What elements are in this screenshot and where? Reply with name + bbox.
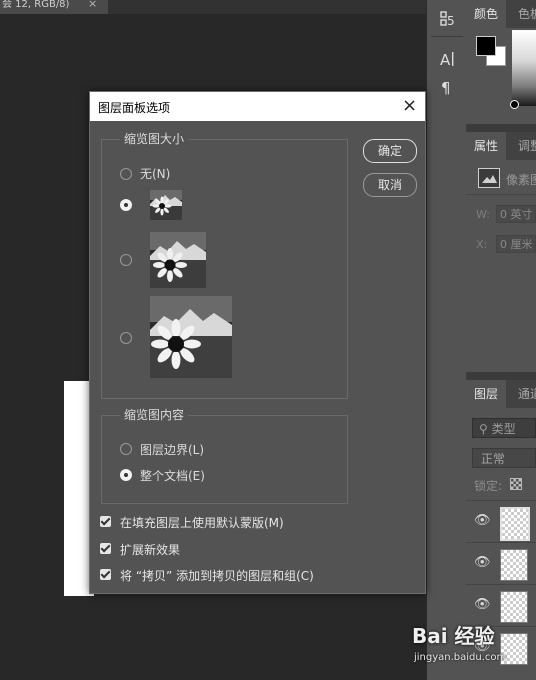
blend-mode-select[interactable]: 正常 [472, 448, 536, 468]
tab-swatches[interactable]: 色板 [510, 0, 536, 28]
tab-adjustments[interactable]: 调整 [510, 132, 536, 160]
radio-thumb-none-label[interactable]: 无(N) [140, 165, 170, 182]
layer-row[interactable]: 👁 [466, 500, 536, 541]
document-tab[interactable]: 会 12, RGB/8) × [0, 0, 108, 14]
close-tab-icon[interactable]: × [88, 0, 97, 9]
tab-color[interactable]: 颜色 [466, 0, 507, 28]
panel-divider [466, 372, 536, 380]
x-field[interactable]: 0 厘米 [496, 235, 536, 253]
properties-divider [466, 194, 536, 195]
svg-text:A: A [440, 51, 451, 68]
use-default-masks-label[interactable]: 在填充图层上使用默认蒙版(M) [120, 514, 284, 531]
x-label: X: [476, 238, 488, 251]
color-panel-tabs: 颜色 色板 [466, 0, 536, 28]
tab-layers[interactable]: 图层 [466, 380, 507, 408]
expand-new-effects-checkbox[interactable] [100, 543, 111, 554]
cancel-button[interactable]: 取消 [363, 173, 417, 197]
radio-thumb-medium[interactable] [120, 254, 132, 266]
paragraph-style-icon[interactable]: 5 [427, 10, 467, 32]
lock-transparent-pixels-icon[interactable] [510, 478, 522, 490]
layers-panel-tabs: 图层 通道 [466, 380, 536, 408]
thumbnail-size-legend: 缩览图大小 [120, 130, 189, 147]
dialog-titlebar: 图层面板选项 × [90, 92, 425, 121]
layer-row[interactable]: 👁 [466, 584, 536, 625]
visibility-eye-icon[interactable]: 👁 [474, 513, 491, 528]
close-icon[interactable]: × [402, 95, 417, 116]
color-picker-field[interactable] [512, 30, 536, 106]
thumbnail-preview-large[interactable] [150, 296, 232, 378]
layer-thumbnail [500, 591, 528, 623]
radio-thumb-none[interactable] [120, 168, 132, 180]
radio-entire-document[interactable] [120, 469, 132, 481]
use-default-masks-checkbox[interactable] [100, 516, 111, 527]
paragraph-icon[interactable]: ¶ [427, 78, 467, 100]
baidu-watermark: Bai 经验 [412, 624, 495, 648]
document-tab-title: 会 12, RGB/8) [2, 0, 70, 10]
add-copy-checkbox[interactable] [100, 569, 111, 580]
watermark-url: jingyan.baidu.com [414, 652, 507, 663]
search-icon: ⚲ [479, 422, 488, 436]
character-icon[interactable]: A [427, 50, 467, 72]
thumbnail-content-group [101, 415, 348, 504]
dialog-title: 图层面板选项 [98, 101, 171, 115]
radio-entire-document-label[interactable]: 整个文档(E) [140, 467, 205, 484]
visibility-eye-icon[interactable]: 👁 [474, 555, 491, 570]
radio-thumb-small[interactable] [120, 199, 132, 211]
radio-layer-bounds-label[interactable]: 图层边界(L) [140, 441, 204, 458]
properties-layer-type: 像素图层 [506, 173, 536, 187]
radio-layer-bounds[interactable] [120, 443, 132, 455]
layer-row[interactable]: 👁 [466, 542, 536, 583]
layer-thumbnail [500, 549, 528, 581]
panel-divider [466, 124, 536, 132]
thumbnail-preview-small[interactable] [150, 190, 182, 220]
visibility-eye-icon[interactable]: 👁 [474, 597, 491, 612]
pixel-layer-icon [478, 168, 500, 188]
foreground-color-swatch[interactable] [476, 36, 496, 56]
tab-channels[interactable]: 通道 [510, 380, 536, 408]
tab-properties[interactable]: 属性 [466, 132, 507, 160]
right-panels: 颜色 色板 属性 调整 像素图层 W: 0 英寸 X: 0 厘米 图层 通道 ⚲… [466, 0, 536, 680]
panel-icon-strip: 5 A ¶ [426, 0, 467, 680]
width-label: W: [476, 208, 490, 221]
layer-filter-placeholder: 类型 [491, 422, 516, 436]
expand-new-effects-label[interactable]: 扩展新效果 [120, 541, 180, 558]
width-field[interactable]: 0 英寸 [496, 205, 536, 223]
add-copy-label[interactable]: 将 “拷贝” 添加到拷贝的图层和组(C) [120, 567, 314, 584]
svg-text:¶: ¶ [441, 79, 451, 96]
properties-panel-tabs: 属性 调整 [466, 132, 536, 160]
layer-filter-input[interactable]: ⚲ 类型 [472, 418, 536, 438]
lock-label: 锁定: [474, 479, 503, 493]
ok-button[interactable]: 确定 [363, 139, 417, 163]
layers-panel-options-dialog: 图层面板选项 × 缩览图大小 无(N) 缩览图内容 图层边界(L) 整个文档(E… [89, 91, 426, 594]
svg-text:5: 5 [447, 14, 455, 28]
tool-separator [431, 36, 463, 37]
color-picker-cursor[interactable] [510, 100, 519, 109]
thumbnail-preview-medium[interactable] [150, 232, 206, 288]
layer-thumbnail [500, 507, 530, 541]
radio-thumb-large[interactable] [120, 332, 132, 344]
thumbnail-content-legend: 缩览图内容 [120, 406, 189, 423]
